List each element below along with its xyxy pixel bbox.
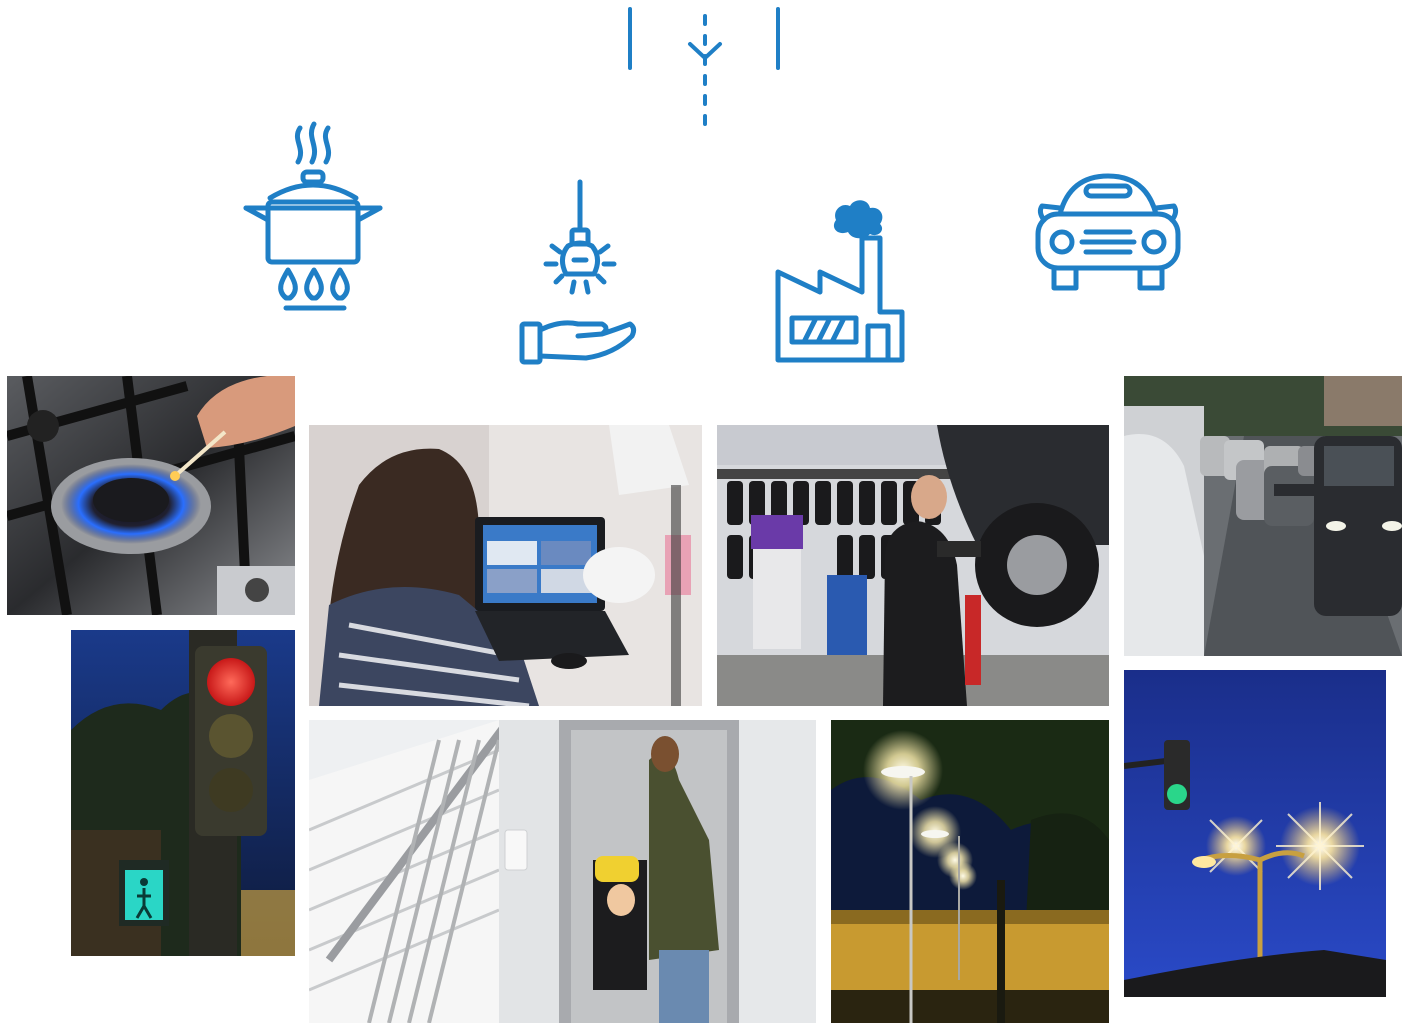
mechanic-photo (717, 425, 1109, 706)
lightbulb-hand-icon (516, 178, 640, 368)
energy-flow-icon (620, 6, 790, 128)
elevator-photo (309, 720, 816, 1023)
streetlamps-photo (831, 720, 1109, 1023)
streetlight-night-photo (1124, 670, 1386, 997)
gas-stove-photo (7, 376, 295, 615)
car-front-icon (1030, 170, 1186, 298)
traffic-cars-photo (1124, 376, 1402, 656)
traffic-light-photo (71, 630, 295, 956)
factory-icon (772, 196, 912, 366)
laptop-woman-photo (309, 425, 702, 706)
cooking-pot-icon (240, 120, 386, 315)
